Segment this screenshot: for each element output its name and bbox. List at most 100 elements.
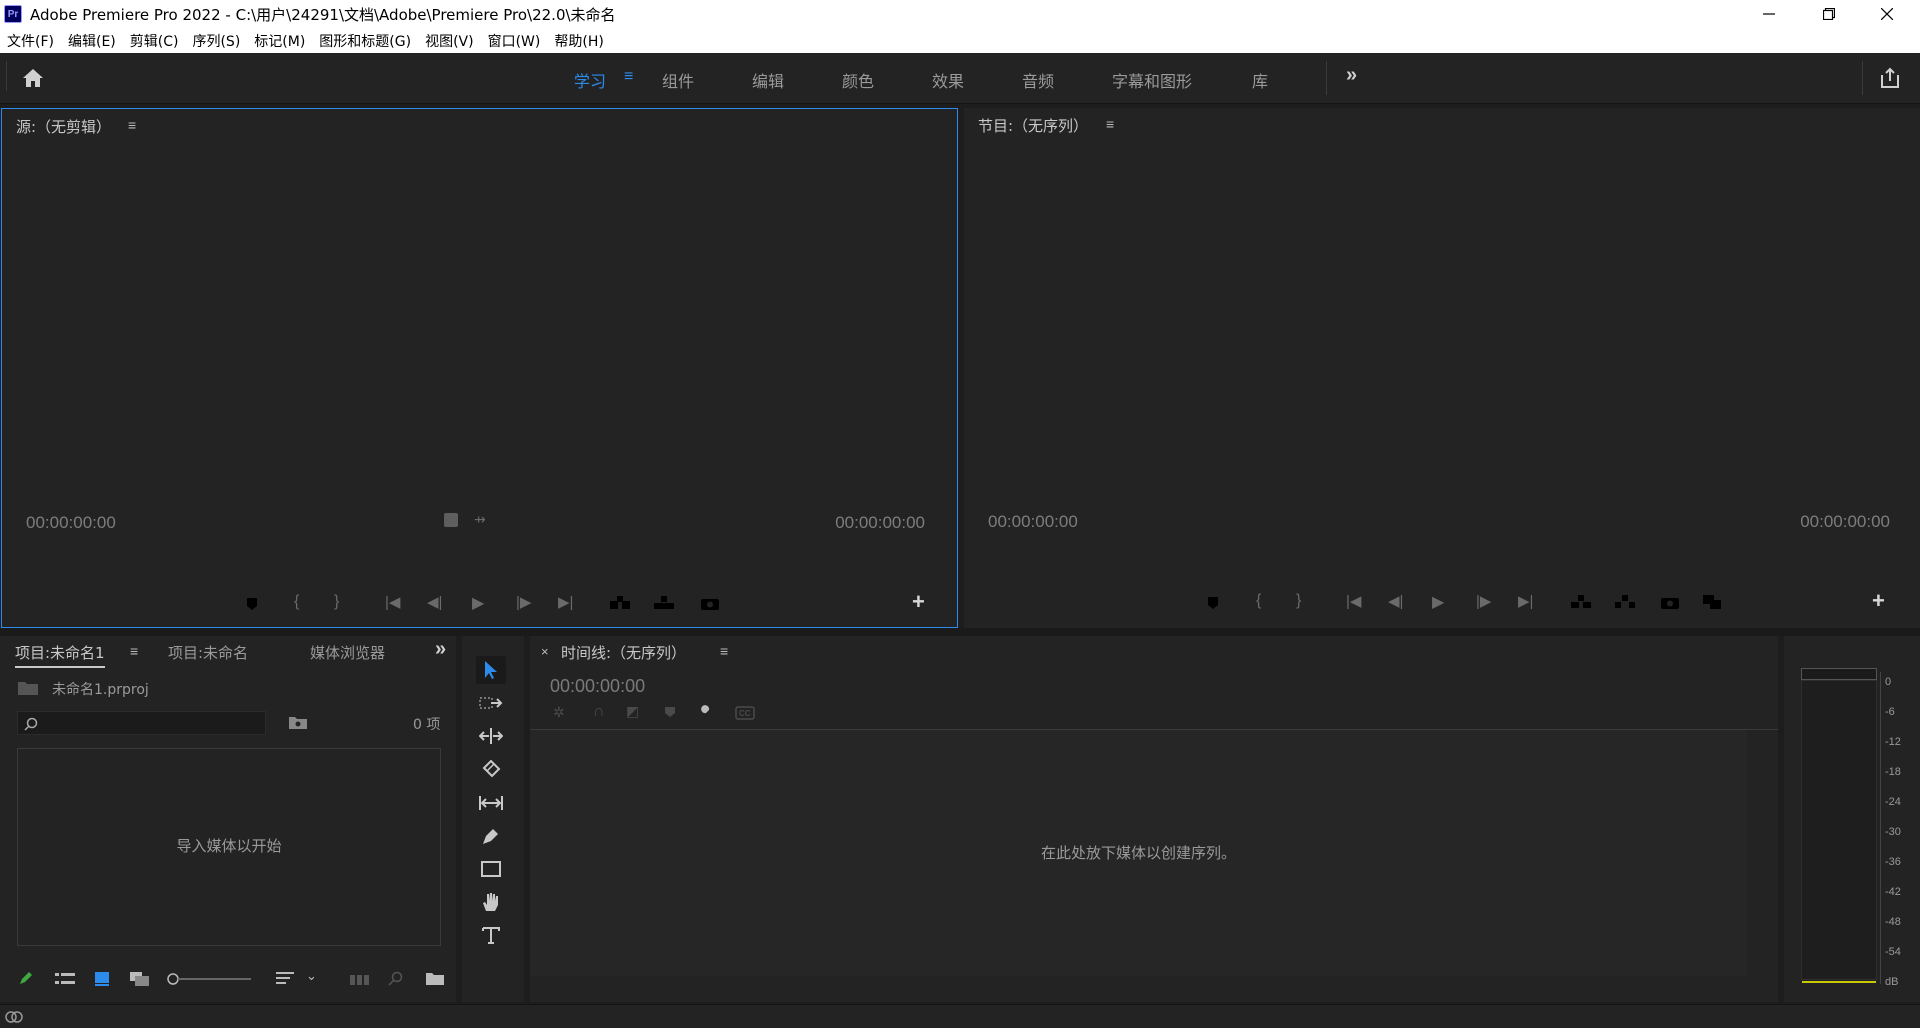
share-icon[interactable] xyxy=(1880,67,1900,89)
mark-in-icon[interactable]: { xyxy=(1256,592,1261,610)
workspace-tab-color[interactable]: 颜色 xyxy=(842,68,874,92)
workspace-tab-learning[interactable]: 学习 xyxy=(574,68,606,92)
mark-out-icon[interactable]: } xyxy=(1296,592,1301,610)
snap-icon[interactable]: ∩ xyxy=(593,703,605,721)
export-frame-icon[interactable] xyxy=(1660,594,1680,610)
drag-audio-video-icon[interactable]: ⇸ xyxy=(474,511,486,528)
ripple-edit-tool[interactable] xyxy=(476,722,506,750)
zoom-slider[interactable] xyxy=(166,971,252,987)
workspace-tab-captions[interactable]: 字幕和图形 xyxy=(1112,68,1192,92)
zoom-level-icon[interactable] xyxy=(444,513,458,527)
new-bin-icon[interactable] xyxy=(425,971,445,987)
add-marker-icon[interactable] xyxy=(1206,596,1220,610)
track-select-tool[interactable] xyxy=(476,689,506,717)
source-monitor-title[interactable]: 源:（无剪辑） xyxy=(16,116,111,137)
go-to-in-icon[interactable]: |◀ xyxy=(385,593,400,611)
pen-tool[interactable] xyxy=(476,822,506,850)
menu-clip[interactable]: 剪辑(C) xyxy=(130,31,179,51)
button-editor-plus-icon[interactable]: + xyxy=(1872,588,1885,614)
step-forward-icon[interactable]: |▶ xyxy=(516,593,531,611)
menu-file[interactable]: 文件(F) xyxy=(7,31,54,51)
mark-in-icon[interactable]: { xyxy=(294,593,299,611)
timeline-title[interactable]: 时间线:（无序列） xyxy=(561,642,686,663)
export-frame-icon[interactable] xyxy=(700,595,720,611)
workspace-menu-icon[interactable]: ≡ xyxy=(624,68,633,86)
source-monitor-panel[interactable]: 源:（无剪辑） ≡ 00:00:00:00 00:00:00:00 ⇸ { } … xyxy=(1,108,958,628)
hand-tool[interactable] xyxy=(476,888,506,916)
workspace-tab-editing[interactable]: 编辑 xyxy=(752,68,784,92)
panel-menu-icon[interactable]: ≡ xyxy=(1106,116,1114,132)
go-to-in-icon[interactable]: |◀ xyxy=(1346,592,1361,610)
linked-selection-icon[interactable]: ◩ xyxy=(626,703,639,720)
peak-indicator[interactable] xyxy=(1801,668,1877,680)
overwrite-icon[interactable] xyxy=(653,595,675,611)
automate-to-sequence-icon[interactable] xyxy=(350,972,370,986)
extract-icon[interactable] xyxy=(1614,594,1636,610)
step-back-icon[interactable]: ◀| xyxy=(427,593,442,611)
menu-sequence[interactable]: 序列(S) xyxy=(192,31,240,51)
close-timeline-icon[interactable]: × xyxy=(541,644,549,659)
source-playhead-timecode[interactable]: 00:00:00:00 xyxy=(26,513,116,533)
find-icon[interactable] xyxy=(388,971,404,987)
new-search-bin-icon[interactable] xyxy=(288,716,308,730)
wrench-icon[interactable] xyxy=(696,704,714,722)
step-back-icon[interactable]: ◀| xyxy=(1388,592,1403,610)
tab-project-untitled[interactable]: 项目:未命名 xyxy=(168,642,248,663)
menu-graphics[interactable]: 图形和标题(G) xyxy=(319,31,411,51)
creative-cloud-icon[interactable] xyxy=(4,1009,24,1023)
chevron-down-icon[interactable]: ⌄ xyxy=(306,968,317,984)
menu-window[interactable]: 窗口(W) xyxy=(488,31,541,51)
lift-icon[interactable] xyxy=(1570,594,1592,610)
more-tabs-icon[interactable]: » xyxy=(435,638,446,661)
go-to-out-icon[interactable]: ▶| xyxy=(1518,592,1533,610)
comparison-view-icon[interactable] xyxy=(1702,594,1722,610)
menu-markers[interactable]: 标记(M) xyxy=(254,31,305,51)
workspace-tab-libraries[interactable]: 库 xyxy=(1252,68,1268,92)
write-protect-pencil-icon[interactable] xyxy=(18,970,34,986)
freeform-view-icon[interactable] xyxy=(129,971,151,987)
workspace-tab-effects[interactable]: 效果 xyxy=(932,68,964,92)
timeline-panel[interactable]: × 时间线:（无序列） ≡ 00:00:00:00 ✲ ∩ ◩ CC 在此处放下… xyxy=(530,636,1778,1002)
search-input[interactable] xyxy=(17,711,266,735)
more-workspaces-icon[interactable]: » xyxy=(1346,64,1357,87)
sort-icon[interactable] xyxy=(276,972,296,986)
program-playhead-timecode[interactable]: 00:00:00:00 xyxy=(988,512,1078,532)
project-panel[interactable]: 项目:未命名1 ≡ 项目:未命名 媒体浏览器 » 未命名1.prproj 0 项… xyxy=(0,636,456,1002)
button-editor-plus-icon[interactable]: + xyxy=(912,589,925,615)
panel-menu-icon[interactable]: ≡ xyxy=(130,643,138,659)
minimize-button[interactable] xyxy=(1740,0,1798,28)
restore-button[interactable] xyxy=(1800,0,1858,28)
workspace-tab-assembly[interactable]: 组件 xyxy=(662,68,694,92)
timeline-timecode[interactable]: 00:00:00:00 xyxy=(550,676,645,697)
rectangle-tool[interactable] xyxy=(476,855,506,883)
selection-tool[interactable] xyxy=(476,656,506,684)
program-monitor-panel[interactable]: 节目:（无序列） ≡ 00:00:00:00 00:00:00:00 { } |… xyxy=(964,108,1920,628)
program-monitor-title[interactable]: 节目:（无序列） xyxy=(978,115,1088,136)
add-marker-icon[interactable] xyxy=(664,706,676,718)
mark-out-icon[interactable]: } xyxy=(334,593,339,611)
panel-menu-icon[interactable]: ≡ xyxy=(128,117,136,133)
timeline-vertical-scrollbar[interactable] xyxy=(1747,730,1778,976)
menu-view[interactable]: 视图(V) xyxy=(425,31,474,51)
insert-icon[interactable] xyxy=(609,595,631,611)
tab-project-untitled1[interactable]: 项目:未命名1 xyxy=(15,642,105,668)
slip-tool[interactable] xyxy=(476,789,506,817)
tab-media-browser[interactable]: 媒体浏览器 xyxy=(310,642,385,663)
play-icon[interactable]: ▶ xyxy=(472,593,484,613)
go-to-out-icon[interactable]: ▶| xyxy=(558,593,573,611)
type-tool[interactable] xyxy=(476,921,506,949)
icon-view-icon[interactable] xyxy=(94,971,110,987)
home-icon[interactable] xyxy=(22,68,44,88)
horizontal-splitter[interactable] xyxy=(0,628,1920,636)
menu-edit[interactable]: 编辑(E) xyxy=(68,31,116,51)
nest-sequence-icon[interactable]: ✲ xyxy=(553,704,565,721)
project-drop-area[interactable]: 导入媒体以开始 xyxy=(17,748,441,946)
razor-tool[interactable] xyxy=(476,756,506,784)
play-icon[interactable]: ▶ xyxy=(1432,592,1444,612)
menu-help[interactable]: 帮助(H) xyxy=(554,31,603,51)
timeline-drop-area[interactable]: 在此处放下媒体以创建序列。 xyxy=(530,730,1747,976)
step-forward-icon[interactable]: |▶ xyxy=(1476,592,1491,610)
add-marker-icon[interactable] xyxy=(245,597,259,611)
list-view-icon[interactable] xyxy=(55,972,75,986)
close-window-button[interactable] xyxy=(1858,0,1916,28)
